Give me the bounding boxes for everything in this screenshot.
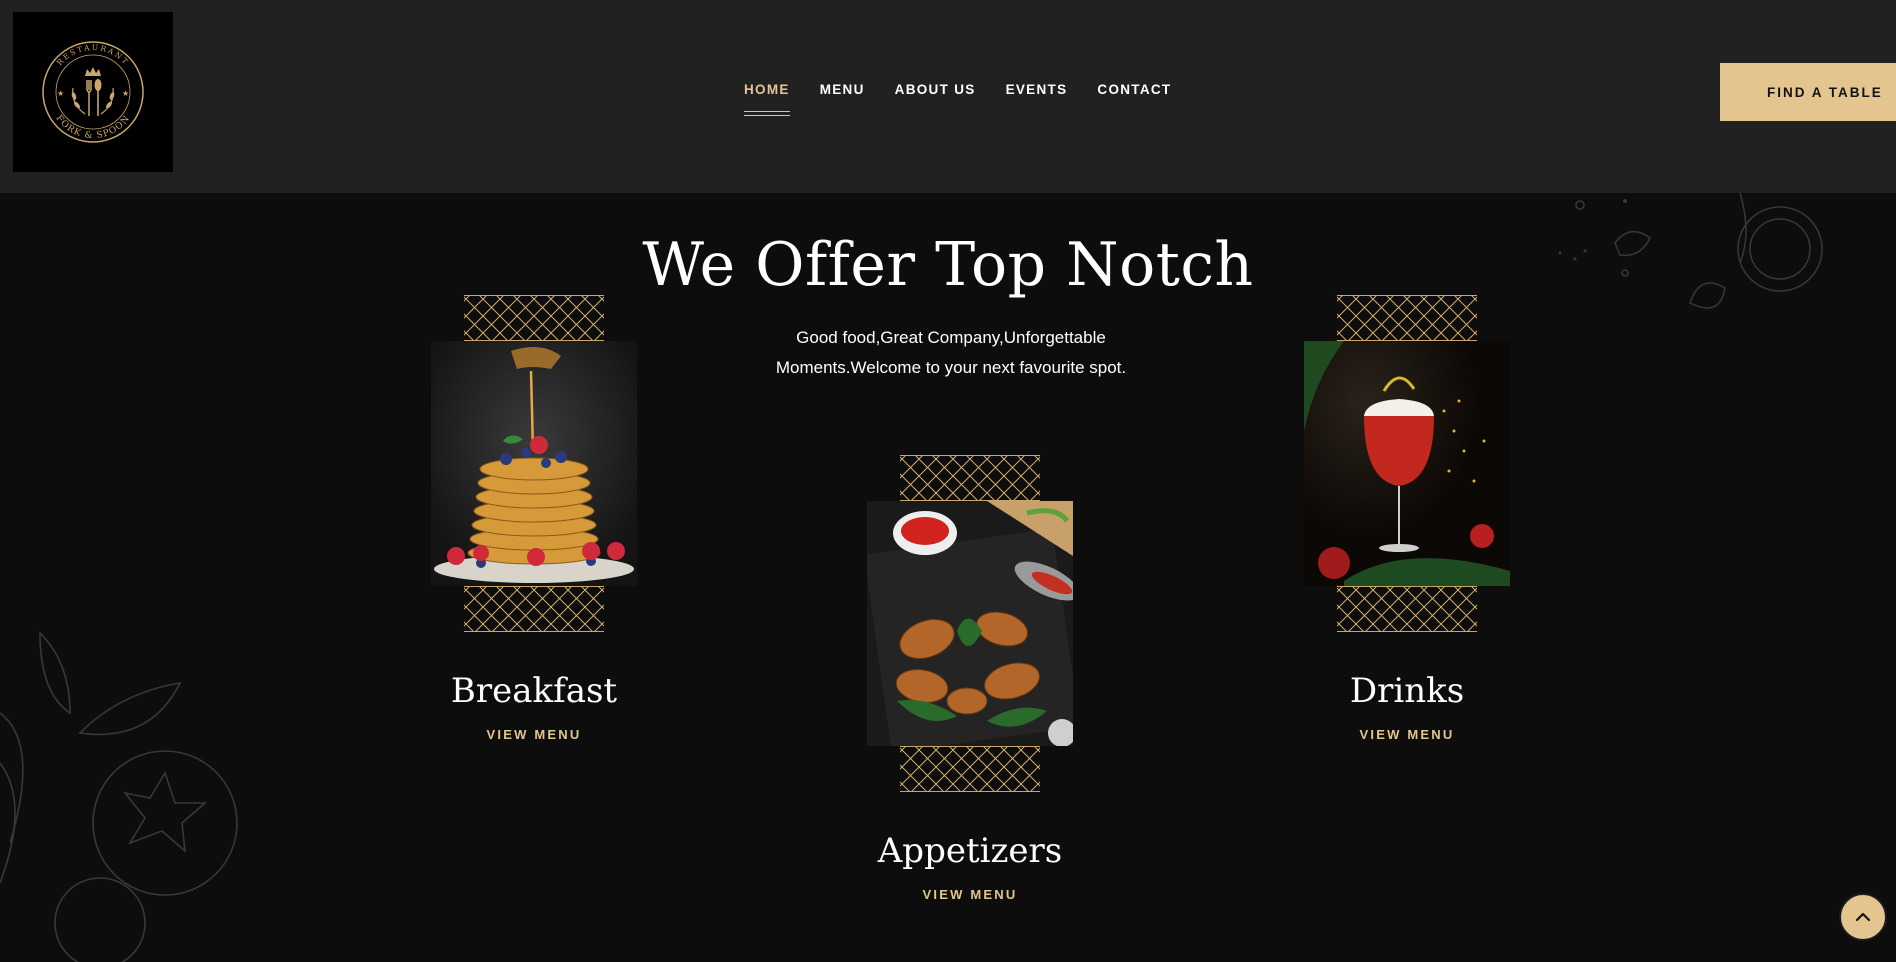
card-title: Breakfast bbox=[450, 671, 618, 711]
pancakes-image bbox=[431, 341, 637, 586]
nav-item-label: MENU bbox=[819, 82, 865, 97]
appetizers-image[interactable] bbox=[867, 501, 1073, 746]
section-title: We Offer Top Notch bbox=[642, 230, 1254, 300]
view-menu-link[interactable]: VIEW MENU bbox=[807, 887, 1133, 902]
gold-pattern-top bbox=[464, 295, 604, 341]
breakfast-image[interactable] bbox=[431, 341, 637, 586]
active-underline bbox=[744, 111, 790, 116]
svg-text:★: ★ bbox=[57, 89, 64, 98]
gold-pattern-bottom bbox=[464, 586, 604, 632]
nav-item-menu[interactable]: MENU bbox=[820, 82, 865, 97]
site-header: RESTAURANT FORK & SPOON ★ ★ HOME MENU AB… bbox=[0, 0, 1896, 193]
chevron-up-icon bbox=[1855, 912, 1871, 922]
svg-text:FORK & SPOON: FORK & SPOON bbox=[53, 114, 132, 142]
section-subtitle: Good food,Great Company,Unforgettable Mo… bbox=[770, 323, 1132, 383]
nav-item-home[interactable]: HOME bbox=[744, 82, 790, 116]
gold-pattern-bottom bbox=[900, 746, 1040, 792]
subtitle-line: Good food,Great Company,Unforgettable bbox=[796, 328, 1106, 347]
drinks-image[interactable] bbox=[1304, 341, 1510, 586]
nav-item-label: CONTACT bbox=[1097, 82, 1172, 97]
chicken-wings-image bbox=[867, 501, 1073, 746]
nav-item-label: EVENTS bbox=[1005, 82, 1068, 97]
restaurant-logo[interactable]: RESTAURANT FORK & SPOON ★ ★ bbox=[13, 12, 173, 172]
nav-item-contact[interactable]: CONTACT bbox=[1097, 82, 1171, 97]
nav-item-events[interactable]: EVENTS bbox=[1006, 82, 1068, 97]
nav-item-about-us[interactable]: ABOUT US bbox=[895, 82, 976, 97]
fork-spoon-logo-icon: RESTAURANT FORK & SPOON ★ ★ bbox=[42, 41, 144, 143]
card-title: Drinks bbox=[1349, 671, 1465, 711]
nav-item-label: ABOUT US bbox=[894, 82, 976, 97]
gold-pattern-top bbox=[900, 455, 1040, 501]
gold-pattern-top bbox=[1337, 295, 1477, 341]
gold-pattern-bottom bbox=[1337, 586, 1477, 632]
view-menu-link[interactable]: VIEW MENU bbox=[371, 727, 697, 742]
card-title: Appetizers bbox=[877, 831, 1063, 871]
subtitle-line: Moments.Welcome to your next favourite s… bbox=[775, 358, 1127, 377]
vegetable-sketch-decoration-icon bbox=[0, 631, 238, 962]
nav-item-label: HOME bbox=[744, 82, 790, 97]
svg-text:★: ★ bbox=[122, 89, 129, 98]
main-nav: HOME MENU ABOUT US EVENTS CONTACT bbox=[744, 82, 1201, 116]
view-menu-link[interactable]: VIEW MENU bbox=[1244, 727, 1570, 742]
cocktail-image bbox=[1304, 341, 1510, 586]
find-a-table-button[interactable]: FIND A TABLE bbox=[1720, 63, 1896, 121]
offer-section: We Offer Top Notch Good food,Great Compa… bbox=[0, 193, 1896, 962]
scroll-to-top-button[interactable] bbox=[1839, 893, 1887, 941]
